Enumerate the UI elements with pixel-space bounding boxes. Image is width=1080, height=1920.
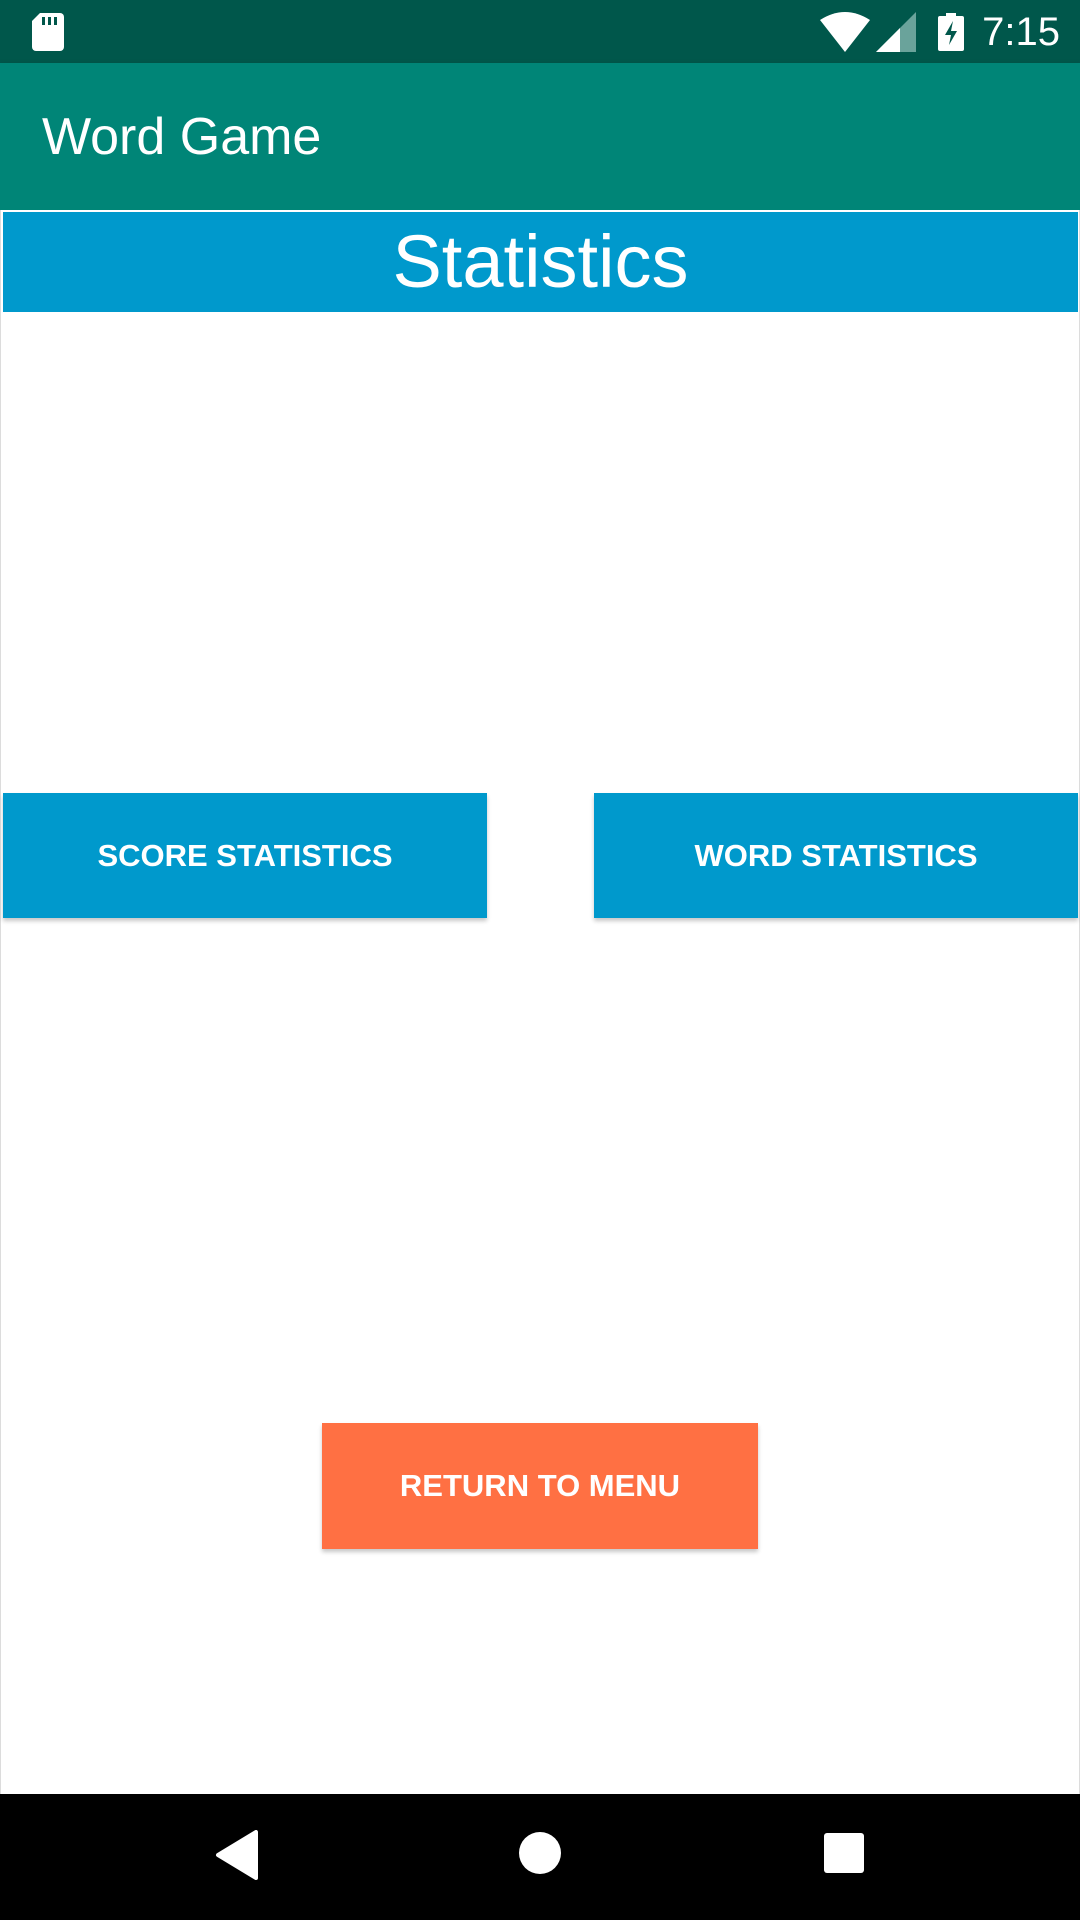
home-icon[interactable]: [518, 1831, 562, 1875]
word-statistics-label: WORD STATISTICS: [694, 837, 978, 873]
back-icon[interactable]: [214, 1830, 258, 1880]
word-statistics-button[interactable]: WORD STATISTICS: [594, 793, 1078, 918]
sd-card-icon: [32, 13, 64, 51]
score-statistics-label: SCORE STATISTICS: [97, 837, 393, 873]
status-icons: 7:15: [820, 8, 1060, 56]
wifi-icon: [820, 12, 871, 52]
statistics-screen: Statistics SCORE STATISTICS WORD STATIST…: [0, 210, 1080, 1794]
return-to-menu-button[interactable]: RETURN TO MENU: [322, 1423, 758, 1549]
app-bar: Word Game: [0, 63, 1080, 210]
screen-title: Statistics: [3, 212, 1078, 312]
return-to-menu-label: RETURN TO MENU: [399, 1468, 681, 1503]
status-bar: 7:15: [0, 0, 1080, 63]
battery-charging-icon: [938, 13, 965, 51]
status-time: 7:15: [982, 10, 1060, 54]
navigation-bar: [0, 1794, 1080, 1920]
score-statistics-button[interactable]: SCORE STATISTICS: [3, 793, 487, 918]
cell-signal-icon: [876, 12, 917, 52]
recents-icon[interactable]: [824, 1833, 864, 1873]
app-title: Word Game: [42, 108, 322, 166]
